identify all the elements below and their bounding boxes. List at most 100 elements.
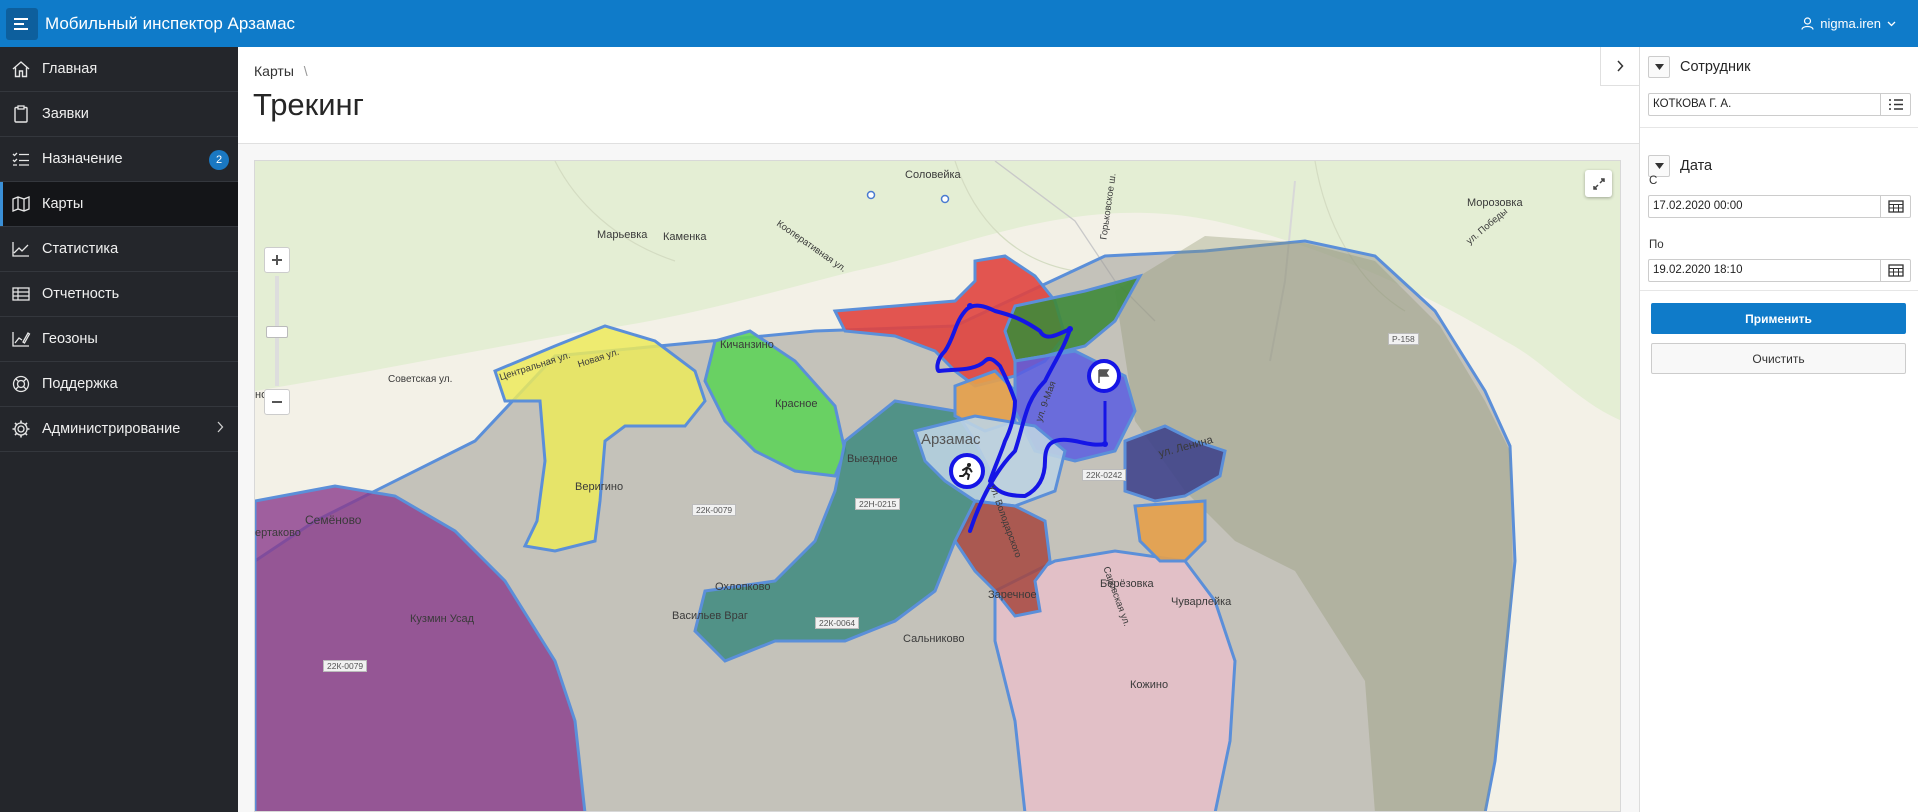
- fullscreen-button[interactable]: [1585, 170, 1612, 197]
- date-from-field[interactable]: 17.02.2020 00:00: [1648, 195, 1911, 218]
- user-menu[interactable]: nigma.iren: [1801, 0, 1896, 47]
- map-label-city: Арзамас: [921, 431, 981, 448]
- route-point: [967, 303, 973, 309]
- line-chart-icon: [0, 239, 42, 259]
- map-label: Каменка: [663, 231, 707, 243]
- zoom-slider-handle[interactable]: [266, 326, 288, 338]
- divider: [1640, 290, 1918, 291]
- table-icon: [0, 284, 42, 304]
- map-label: Советская ул.: [388, 374, 453, 385]
- zoom-slider[interactable]: [266, 276, 288, 386]
- poi-marker[interactable]: [940, 194, 950, 204]
- road-label: Р-158: [1388, 333, 1419, 345]
- sidebar-item-label: Назначение: [42, 151, 123, 167]
- track-end-marker[interactable]: [1087, 359, 1121, 393]
- runner-icon: [959, 463, 973, 480]
- sidebar-item-label: Главная: [42, 61, 98, 77]
- employee-field[interactable]: КОТКОВА Г. А.: [1648, 93, 1911, 116]
- sidebar-item-requests[interactable]: Заявки: [0, 92, 238, 137]
- zoom-controls: [264, 247, 290, 415]
- clear-button[interactable]: Очистить: [1651, 343, 1906, 374]
- map-label: Чуварлейка: [1171, 596, 1232, 608]
- map-canvas[interactable]: [255, 161, 1621, 812]
- top-header: Мобильный инспектор Арзамас nigma.iren: [0, 0, 1918, 47]
- collapse-employee-button[interactable]: [1648, 56, 1670, 78]
- route-point: [1067, 326, 1073, 332]
- employee-value[interactable]: КОТКОВА Г. А.: [1649, 94, 1880, 115]
- filter-panel: Сотрудник КОТКОВА Г. А. Дата С 17.02.202…: [1639, 47, 1918, 812]
- sidebar-item-geozones[interactable]: Геозоны: [0, 317, 238, 362]
- map-label: Васильев Враг: [672, 610, 748, 622]
- map-label: Красное: [775, 398, 818, 410]
- sidebar-item-label: Отчетность: [42, 286, 120, 302]
- map-icon: [0, 194, 42, 214]
- edit-chart-icon: [0, 329, 42, 349]
- breadcrumb: Карты \: [254, 63, 308, 79]
- poi-marker[interactable]: [866, 190, 876, 200]
- lifebuoy-icon: [0, 374, 42, 394]
- apply-button[interactable]: Применить: [1651, 303, 1906, 334]
- date-from-label: С: [1649, 175, 1658, 187]
- sidebar-item-label: Заявки: [42, 106, 89, 122]
- road-label: 22К-0064: [815, 617, 860, 629]
- road-label: 22К-0079: [323, 660, 368, 672]
- plus-icon: [272, 255, 282, 265]
- date-to-label: По: [1649, 239, 1664, 251]
- road-label: 22Н-0215: [855, 498, 901, 510]
- gear-icon: [0, 419, 42, 439]
- map-label: Соловейка: [905, 169, 961, 181]
- sidebar-item-administration[interactable]: Администрирование: [0, 407, 238, 452]
- sidebar-item-home[interactable]: Главная: [0, 47, 238, 92]
- breadcrumb-item-maps[interactable]: Карты: [254, 63, 294, 79]
- employee-section-title: Сотрудник: [1680, 59, 1751, 75]
- track-start-marker[interactable]: [949, 453, 985, 489]
- zoom-in-button[interactable]: [264, 247, 290, 273]
- sidebar-item-reports[interactable]: Отчетность: [0, 272, 238, 317]
- date-to-value[interactable]: 19.02.2020 18:10: [1649, 260, 1880, 281]
- sidebar-item-support[interactable]: Поддержка: [0, 362, 238, 407]
- sidebar-item-label: Администрирование: [42, 421, 181, 437]
- map-label: Охлопково: [715, 581, 771, 593]
- page-title-bar: Карты \ Трекинг: [238, 47, 1639, 144]
- date-to-picker-button[interactable]: [1880, 260, 1910, 281]
- flag-icon: [1098, 369, 1110, 383]
- date-to-field[interactable]: 19.02.2020 18:10: [1648, 259, 1911, 282]
- divider: [1640, 127, 1918, 128]
- road-label: 22К-0079: [692, 504, 737, 516]
- collapse-date-button[interactable]: [1648, 155, 1670, 177]
- assignment-count-badge: 2: [209, 150, 229, 170]
- sidebar-item-maps[interactable]: Карты: [0, 182, 238, 227]
- sidebar-item-label: Геозоны: [42, 331, 98, 347]
- menu-icon: [14, 17, 28, 30]
- hamburger-menu-button[interactable]: [6, 7, 38, 40]
- app-title[interactable]: Мобильный инспектор Арзамас: [45, 14, 295, 34]
- calendar-icon: [1887, 264, 1904, 277]
- zoom-out-button[interactable]: [264, 389, 290, 415]
- map-label: Сальниково: [903, 633, 965, 645]
- collapse-right-panel-button[interactable]: [1600, 47, 1639, 86]
- caret-down-icon: [1654, 64, 1664, 70]
- clipboard-icon: [0, 104, 42, 124]
- caret-down-icon: [1654, 163, 1664, 169]
- sidebar-item-label: Статистика: [42, 241, 119, 257]
- calendar-icon: [1887, 200, 1904, 213]
- main-content: Карты \ Трекинг Соловейка Марьевка Камен…: [238, 47, 1639, 812]
- checklist-icon: [0, 149, 42, 169]
- date-from-value[interactable]: 17.02.2020 00:00: [1649, 196, 1880, 217]
- map-label: Морозовка: [1467, 197, 1523, 209]
- map-label: Веригино: [575, 481, 624, 493]
- employee-list-button[interactable]: [1880, 94, 1910, 115]
- date-section-title: Дата: [1680, 158, 1713, 174]
- sidebar-item-label: Карты: [42, 196, 84, 212]
- employee-section-header[interactable]: Сотрудник: [1648, 56, 1750, 78]
- road-label: 22К-0242: [1082, 469, 1127, 481]
- chevron-down-icon: [1887, 21, 1896, 26]
- sidebar-item-assignment[interactable]: Назначение 2: [0, 137, 238, 182]
- map-view[interactable]: Соловейка Марьевка Каменка Кооперативная…: [254, 160, 1621, 812]
- sidebar-item-statistics[interactable]: Статистика: [0, 227, 238, 272]
- date-from-picker-button[interactable]: [1880, 196, 1910, 217]
- sidebar-item-label: Поддержка: [42, 376, 118, 392]
- map-label: ертаково: [255, 527, 301, 539]
- date-section-header[interactable]: Дата: [1648, 155, 1712, 177]
- user-name: nigma.iren: [1820, 16, 1881, 31]
